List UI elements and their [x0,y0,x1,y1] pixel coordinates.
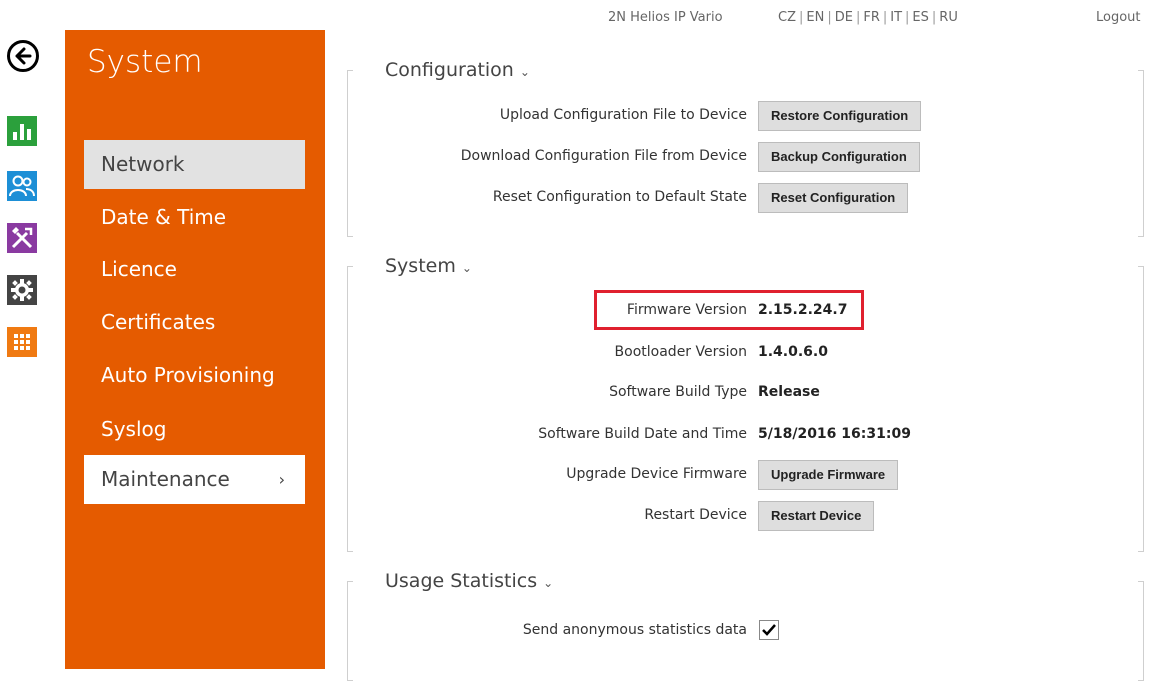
build-type-label: Software Build Type [609,384,747,400]
build-type-value: Release [758,384,820,400]
build-date-value: 5/18/2016 16:31:09 [758,426,911,442]
system-title[interactable]: System ⌄ [385,255,478,277]
bootloader-row: Bootloader Version 1.4.0.6.0 [347,338,1144,368]
chevron-right-icon: › [278,470,285,489]
build-date-label: Software Build Date and Time [538,426,747,442]
services-icon[interactable] [7,223,37,253]
sidebar-item-label: Syslog [101,417,167,441]
sidebar-item-label: Date & Time [101,205,227,229]
sidebar-item-network[interactable]: Network [84,140,305,189]
sidebar-title: System [87,44,203,80]
upgrade-label: Upgrade Device Firmware [566,466,747,482]
lang-fr[interactable]: FR [863,10,880,25]
chevron-down-icon: ⌄ [543,576,554,590]
build-type-row: Software Build Type Release [347,378,1144,408]
restart-label: Restart Device [644,507,747,523]
system-title-text: System [385,255,456,277]
sidebar-item-syslog[interactable]: Syslog [84,405,305,454]
sidebar-item-date-time[interactable]: Date & Time [84,193,305,242]
restart-row: Restart Device Restart Device [347,501,1144,531]
firmware-highlight-box [594,290,864,330]
usage-statistics-title[interactable]: Usage Statistics ⌄ [385,570,560,592]
reset-configuration-button[interactable]: Reset Configuration [758,183,909,213]
chevron-down-icon: ⌄ [461,261,472,275]
configuration-title[interactable]: Configuration ⌄ [385,59,536,81]
top-bar: 2N Helios IP Vario CZ | EN | DE | FR | IT | ES | RU … [0,10,1153,32]
bootloader-value: 1.4.0.6.0 [758,344,828,360]
sidebar-item-label: Certificates [101,310,216,334]
sidebar: System Network Date & Time Licence Certi… [65,30,325,669]
backup-configuration-button[interactable]: Backup Configuration [758,142,920,172]
system-gear-icon[interactable] [7,275,37,305]
lang-ru[interactable]: RU [939,10,958,25]
apps-grid-icon[interactable] [7,327,37,357]
lang-en[interactable]: EN [806,10,824,25]
lang-it[interactable]: IT [890,10,902,25]
usage-statistics-panel: Usage Statistics ⌄ Send anonymous statist… [347,570,1144,681]
backup-label: Download Configuration File from Device [460,148,747,164]
sidebar-item-label: Network [101,152,185,176]
sidebar-item-licence[interactable]: Licence [84,245,305,294]
build-date-row: Software Build Date and Time 5/18/2016 1… [347,420,1144,450]
sidebar-item-label: Maintenance [101,467,230,491]
send-statistics-checkbox[interactable] [759,620,779,640]
statistics-icon[interactable] [7,116,37,146]
restore-label: Upload Configuration File to Device [499,107,747,123]
upgrade-row: Upgrade Device Firmware Upgrade Firmware [347,460,1144,490]
bootloader-label: Bootloader Version [614,344,747,360]
lang-es[interactable]: ES [912,10,928,25]
logout-link[interactable]: Logout [1096,10,1141,25]
sidebar-item-certificates[interactable]: Certificates [84,298,305,347]
lang-cz[interactable]: CZ [778,10,796,25]
checkmark-icon [762,624,776,636]
reset-label: Reset Configuration to Default State [492,189,747,205]
sidebar-item-label: Auto Provisioning [101,363,275,387]
back-arrow-icon[interactable] [7,40,39,72]
device-name: 2N Helios IP Vario [608,10,723,25]
configuration-panel: Configuration ⌄ Upload Configuration File… [347,59,1144,237]
restore-configuration-button[interactable]: Restore Configuration [758,101,922,131]
send-statistics-label: Send anonymous statistics data [522,622,747,638]
backup-row: Download Configuration File from Device … [347,142,1144,172]
usage-statistics-title-text: Usage Statistics [385,570,538,592]
chevron-down-icon: ⌄ [519,65,530,79]
sidebar-item-label: Licence [101,257,177,281]
sidebar-item-maintenance[interactable]: Maintenance › [84,455,305,504]
lang-de[interactable]: DE [835,10,853,25]
restart-device-button[interactable]: Restart Device [758,501,875,531]
upgrade-firmware-button[interactable]: Upgrade Firmware [758,460,899,490]
reset-row: Reset Configuration to Default State Res… [347,183,1144,213]
sidebar-item-auto-provisioning[interactable]: Auto Provisioning [84,351,305,400]
send-statistics-row: Send anonymous statistics data [347,616,1144,646]
configuration-title-text: Configuration [385,59,514,81]
users-icon[interactable] [7,171,37,201]
language-selector: CZ | EN | DE | FR | IT | ES | RU [778,10,958,25]
restore-row: Upload Configuration File to Device Rest… [347,101,1144,131]
